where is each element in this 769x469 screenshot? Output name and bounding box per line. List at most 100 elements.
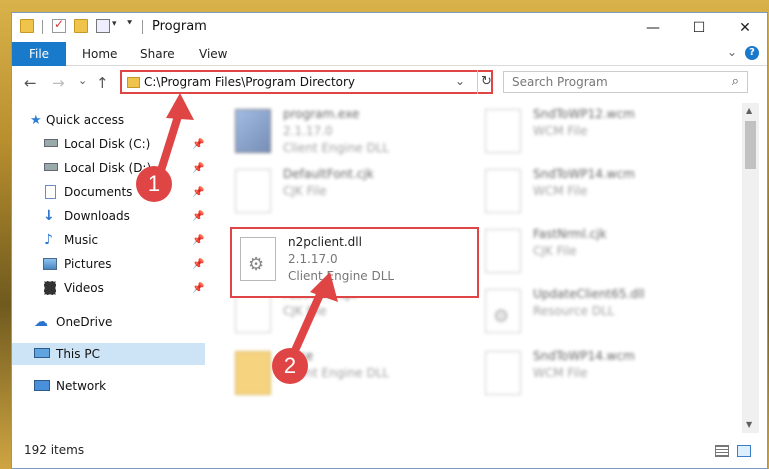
search-icon[interactable]: ⌕ [732,74,739,89]
pin-icon: 📌 [192,162,205,174]
help-button[interactable]: ? [745,46,759,60]
list-item[interactable]: DefaultFont.cjk CJK File [235,165,470,223]
maximize-button[interactable]: ☐ [676,13,722,42]
sidebar-item-label: Quick access [46,113,125,127]
scrollbar-thumb[interactable] [745,121,756,169]
list-item[interactable]: ...rce Client Engine DLL [235,347,470,405]
file-type: CJK File [283,304,327,318]
divider [142,20,143,34]
dll-gear-icon [485,289,521,333]
sidebar-item-local-disk-c[interactable]: Local Disk (C:) 📌 [12,133,205,155]
vertical-scrollbar[interactable]: ▲ ▼ [742,103,759,433]
refresh-button[interactable]: ↻ [477,70,495,94]
file-name: SndToWP12.wcm [533,107,635,121]
quick-access-toolbar-dropdown-icon[interactable]: ⯆ [126,19,133,29]
title-bar: ▾ ⯆ Program — ☐ ✕ [12,13,767,42]
file-description: Client Engine DLL [283,141,390,155]
pin-icon: 📌 [192,210,205,222]
address-path[interactable]: C:\Program Files\Program Directory [144,75,355,89]
music-icon: ♪ [44,232,53,248]
sidebar-item-pictures[interactable]: Pictures 📌 [12,253,205,275]
divider [42,20,43,34]
file-icon [485,351,521,395]
file-type: WCM File [533,184,588,198]
tab-home[interactable]: Home [82,47,117,61]
sidebar-item-onedrive[interactable]: ☁ OneDrive [12,311,205,333]
sidebar-item-music[interactable]: ♪ Music 📌 [12,229,205,251]
drive-icon [44,139,58,147]
sidebar-item-quick-access[interactable]: ★ Quick access [12,109,205,131]
navigation-bar: ← → ⌄ ↑ C:\Program Files\Program Directo… [12,67,767,99]
pin-icon: 📌 [192,282,205,294]
minimize-button[interactable]: — [630,13,676,42]
close-button[interactable]: ✕ [722,13,768,42]
drive-icon [44,163,58,171]
videos-icon [44,281,56,295]
folder-icon [235,351,271,395]
new-folder-icon[interactable] [74,19,88,33]
sidebar-item-label: Network [56,379,107,393]
list-item[interactable]: n2pclient.dll 2.1.17.0 Client Engine DLL [240,233,475,291]
sidebar-item-this-pc[interactable]: This PC [12,343,205,365]
forward-button[interactable]: → [52,74,65,92]
recent-locations-button[interactable]: ⌄ [78,74,87,87]
highlighted-file-item[interactable]: n2pclient.dll 2.1.17.0 Client Engine DLL [230,227,479,298]
explorer-window: ▾ ⯆ Program — ☐ ✕ File Home Share View ⌄… [11,12,768,469]
details-view-icon[interactable] [715,445,729,457]
sidebar-item-label: Local Disk (C:) [64,137,151,151]
tab-view[interactable]: View [199,47,227,61]
search-input[interactable]: Search Program [512,75,608,89]
address-dropdown-icon[interactable]: ⌄ [455,74,465,88]
file-icon [485,229,521,273]
scroll-down-icon[interactable]: ▼ [746,420,752,429]
list-item[interactable]: program.exe 2.1.17.0 Client Engine DLL [235,105,470,163]
pin-icon: 📌 [192,186,205,198]
onedrive-icon: ☁ [34,314,48,330]
back-button[interactable]: ← [24,74,37,92]
customize-icon[interactable] [96,19,110,33]
sidebar-item-label: Pictures [64,257,112,271]
pin-icon: 📌 [192,258,205,270]
file-name: SndToWP14.wcm [533,349,635,363]
pin-icon: 📌 [192,234,205,246]
sidebar-item-network[interactable]: Network [12,375,205,397]
list-item[interactable]: SndToWP14.wcm WCM File [485,347,720,405]
file-type: WCM File [533,366,588,380]
search-box[interactable]: Search Program ⌕ [503,71,748,93]
list-item[interactable]: SndToWP12.wcm WCM File [485,105,720,163]
navigation-pane: ★ Quick access Local Disk (C:) 📌 Local D… [12,103,205,433]
list-item[interactable]: SndToWP14.wcm WCM File [485,165,720,223]
sidebar-item-documents[interactable]: Documents 📌 [12,181,205,203]
list-item[interactable]: UpdateClient65.dll Resource DLL [485,285,720,343]
file-type: CJK File [283,184,327,198]
expand-ribbon-icon[interactable]: ⌄ [727,45,737,59]
properties-icon[interactable] [52,17,66,33]
list-item[interactable]: FastNrml.cjk CJK File [485,225,720,283]
file-version: 2.1.17.0 [288,252,338,266]
sidebar-item-label: Videos [64,281,104,295]
file-name: FastNrml.cjk [533,227,607,241]
file-type: CJK File [533,244,577,258]
folder-icon [20,19,34,33]
sidebar-item-downloads[interactable]: ↓ Downloads 📌 [12,205,205,227]
star-icon: ★ [30,112,42,128]
file-version: 2.1.17.0 [283,124,333,138]
status-bar: 192 items [12,437,767,465]
scroll-up-icon[interactable]: ▲ [746,106,752,115]
window-title: Program [152,19,207,34]
pc-icon [34,348,50,358]
tab-share[interactable]: Share [140,47,175,61]
sidebar-item-videos[interactable]: Videos 📌 [12,277,205,299]
up-button[interactable]: ↑ [96,74,109,92]
large-icons-view-icon[interactable] [737,445,751,457]
sidebar-item-label: OneDrive [56,315,113,329]
file-name: UpdateClient65.dll [533,287,645,301]
file-name: program.exe [283,107,360,121]
file-name: DefaultFont.cjk [283,167,374,181]
address-bar[interactable]: C:\Program Files\Program Directory ⌄ ↻ [120,70,493,94]
file-type: WCM File [533,124,588,138]
tab-file[interactable]: File [12,42,66,66]
sidebar-item-local-disk-d[interactable]: Local Disk (D:) 📌 [12,157,205,179]
pin-icon: 📌 [192,138,205,150]
chevron-down-icon[interactable]: ▾ [112,19,117,29]
